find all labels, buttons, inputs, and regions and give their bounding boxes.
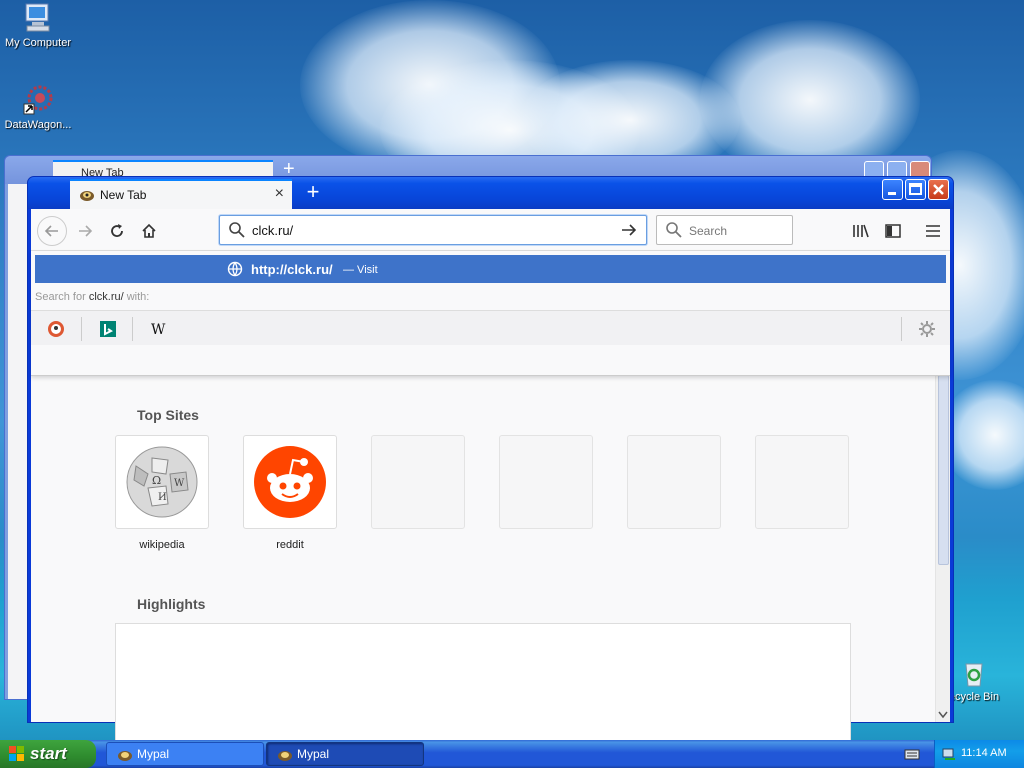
svg-text:W: W	[174, 478, 185, 489]
recycle-bin-icon	[958, 656, 990, 688]
minimize-icon	[888, 192, 896, 195]
globe-icon	[227, 261, 243, 277]
mypal-icon	[278, 751, 292, 761]
taskbar-item-label: Mypal	[137, 747, 170, 761]
top-sites-heading: Top Sites	[137, 407, 199, 423]
duckduckgo-icon[interactable]	[47, 320, 65, 338]
desktop-icon-label: ecycle Bin	[948, 691, 1000, 703]
hamburger-menu-icon	[926, 225, 940, 237]
reddit-logo-icon	[254, 446, 326, 518]
minimize-button[interactable]	[882, 179, 903, 200]
go-arrow-icon[interactable]	[620, 221, 638, 239]
search-with-suffix: with:	[126, 291, 150, 303]
tab-title: New Tab	[100, 188, 147, 202]
top-site-tile-empty[interactable]	[499, 435, 593, 529]
scroll-down-icon[interactable]	[937, 710, 950, 720]
url-bar[interactable]: clck.ru/	[219, 215, 647, 245]
mypal-favicon-icon	[79, 188, 95, 202]
browser-content: clck.ru/ Search Top Sites Ω W И wikipedi…	[31, 209, 950, 763]
one-off-search-engines: W	[31, 310, 950, 345]
svg-text:W: W	[151, 322, 166, 338]
home-button[interactable]	[135, 217, 163, 245]
svg-text:Ω: Ω	[152, 474, 161, 487]
new-tab-button[interactable]: +	[300, 179, 326, 205]
engine-separator	[132, 317, 133, 341]
forward-arrow-icon	[79, 225, 93, 237]
top-site-label: wikipedia	[139, 539, 185, 551]
mypal-icon	[118, 751, 132, 761]
browser-titlebar[interactable]: New Tab × +	[28, 177, 953, 209]
suggestion-action: — Visit	[343, 264, 378, 276]
highlights-heading: Highlights	[137, 596, 206, 612]
search-box[interactable]: Search	[656, 215, 793, 245]
maximize-icon	[909, 183, 922, 195]
library-button[interactable]	[847, 217, 875, 245]
maximize-button[interactable]	[905, 179, 926, 200]
suggestion-row-visit[interactable]: http://clck.ru/ — Visit	[35, 255, 946, 283]
top-site-label: reddit	[276, 539, 304, 551]
keyboard-icon[interactable]	[904, 747, 920, 761]
svg-text:И: И	[158, 492, 167, 503]
taskbar-item-mypal-active[interactable]: Mypal	[266, 742, 424, 766]
clock[interactable]: 11:14 AM	[961, 747, 1007, 759]
search-icon	[229, 222, 245, 238]
start-button[interactable]: start	[0, 740, 96, 768]
top-site-tile-reddit[interactable]	[243, 435, 337, 529]
tab-new-tab[interactable]: New Tab ×	[70, 179, 292, 209]
engine-separator	[901, 317, 902, 341]
desktop-icon-label: My Computer	[4, 37, 72, 49]
back-arrow-icon	[44, 225, 58, 237]
close-icon	[933, 184, 944, 195]
system-tray: 11:14 AM	[934, 740, 1024, 768]
start-label: start	[30, 744, 67, 763]
datawagon-icon	[22, 84, 54, 116]
menu-button[interactable]	[919, 217, 947, 245]
windows-logo-icon	[9, 746, 24, 761]
url-autocomplete-popup: http://clck.ru/ — Visit Search for clck.…	[31, 251, 950, 376]
reload-icon	[111, 224, 123, 237]
taskbar: start Mypal Mypal 11:14 AM	[0, 740, 1024, 768]
back-button[interactable]	[37, 216, 67, 246]
scrollbar-thumb[interactable]	[938, 375, 949, 565]
sidebar-button[interactable]	[879, 217, 907, 245]
suggestion-url: http://clck.ru/	[251, 262, 333, 277]
search-with-label: Search for clck.ru/ with:	[35, 291, 149, 303]
sidebar-icon	[885, 224, 901, 238]
bing-icon[interactable]	[99, 320, 117, 338]
top-site-tile-empty[interactable]	[371, 435, 465, 529]
navigation-toolbar: clck.ru/ Search	[31, 209, 950, 251]
desktop-icon-my-computer[interactable]: My Computer	[0, 2, 78, 49]
reload-button[interactable]	[103, 217, 131, 245]
taskbar-item-mypal[interactable]: Mypal	[106, 742, 264, 766]
wikipedia-logo-icon: Ω W И	[126, 446, 198, 518]
wikipedia-icon[interactable]: W	[149, 320, 167, 338]
engine-separator	[81, 317, 82, 341]
tab-close-icon[interactable]: ×	[275, 185, 284, 203]
computer-icon	[22, 2, 54, 34]
browser-window[interactable]: New Tab × + clck.ru/ Search Top Sites Ω …	[27, 176, 954, 763]
library-icon	[853, 224, 869, 238]
forward-button[interactable]	[71, 217, 99, 245]
home-icon	[142, 223, 156, 238]
desktop-icon-label: DataWagon...	[4, 119, 72, 131]
network-icon[interactable]	[941, 746, 957, 762]
url-input[interactable]: clck.ru/	[252, 223, 293, 238]
top-site-tile-empty[interactable]	[627, 435, 721, 529]
desktop-icon-datawagon[interactable]: DataWagon...	[0, 84, 78, 131]
top-site-tile-empty[interactable]	[755, 435, 849, 529]
search-with-prefix: Search for	[35, 291, 86, 303]
search-with-term: clck.ru/	[88, 291, 124, 303]
search-icon	[666, 222, 682, 238]
search-settings-gear-icon[interactable]	[918, 320, 936, 338]
taskbar-item-label: Mypal	[297, 747, 330, 761]
search-placeholder: Search	[689, 224, 728, 238]
top-site-tile-wikipedia[interactable]: Ω W И	[115, 435, 209, 529]
vertical-scrollbar[interactable]	[935, 375, 950, 722]
close-button[interactable]	[928, 179, 949, 200]
